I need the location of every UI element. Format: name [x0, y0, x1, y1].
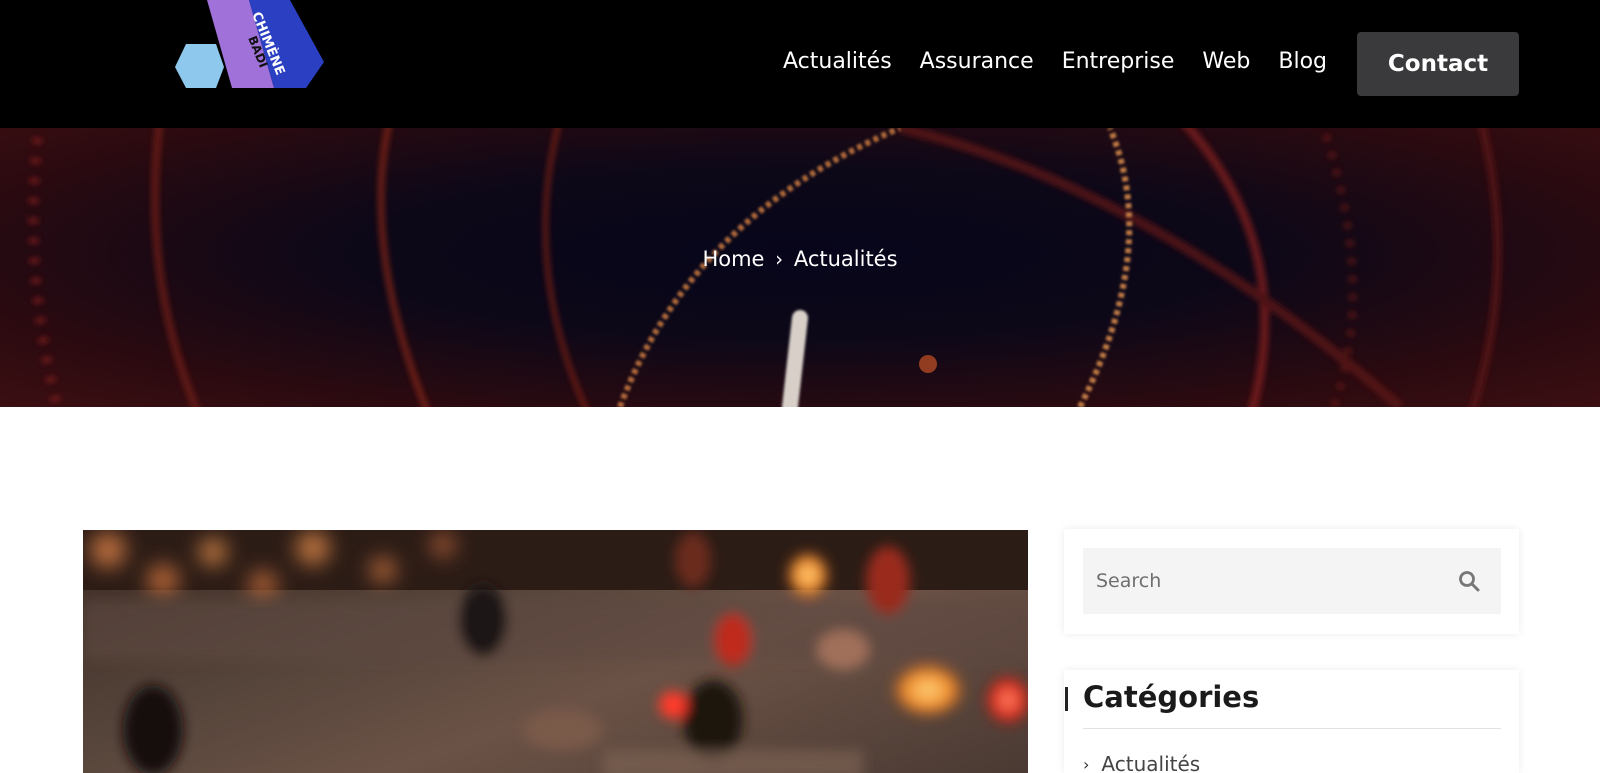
- nav-entreprise[interactable]: Entreprise: [1062, 44, 1175, 80]
- contact-button[interactable]: Contact: [1357, 32, 1519, 96]
- breadcrumb-home-link[interactable]: Home: [702, 247, 764, 271]
- hero-banner: Home › Actualités: [0, 128, 1600, 407]
- sidebar-categories-widget: Catégories › Actualités: [1064, 670, 1519, 773]
- categories-title: Catégories: [1083, 680, 1260, 714]
- category-label: Actualités: [1101, 752, 1201, 773]
- search-input[interactable]: [1096, 570, 1456, 592]
- chevron-right-icon: ›: [775, 247, 784, 271]
- sidebar-search-widget: [1064, 529, 1519, 634]
- chevron-right-icon: ›: [1083, 754, 1090, 773]
- article-featured-image[interactable]: [83, 530, 1028, 773]
- logo-graphic: CHIMÈNE BADI: [175, 0, 324, 88]
- title-accent-bar: [1065, 687, 1068, 711]
- search-icon[interactable]: [1457, 569, 1481, 593]
- main-nav: Actualités Assurance Entreprise Web Blog: [783, 44, 1355, 80]
- search-box: [1083, 548, 1501, 614]
- nav-blog[interactable]: Blog: [1278, 44, 1327, 80]
- divider: [1083, 728, 1501, 729]
- breadcrumb: Home › Actualités: [0, 246, 1600, 271]
- breadcrumb-current: Actualités: [793, 247, 898, 271]
- site-header: CHIMÈNE BADI Actualités Assurance Entrep…: [0, 0, 1600, 128]
- nav-actualites[interactable]: Actualités: [783, 44, 892, 80]
- nav-web[interactable]: Web: [1202, 44, 1250, 80]
- category-item-actualites[interactable]: › Actualités: [1083, 752, 1200, 773]
- nav-assurance[interactable]: Assurance: [920, 44, 1034, 80]
- site-logo[interactable]: CHIMÈNE BADI: [172, 0, 324, 90]
- mixer-photo: [83, 530, 1028, 773]
